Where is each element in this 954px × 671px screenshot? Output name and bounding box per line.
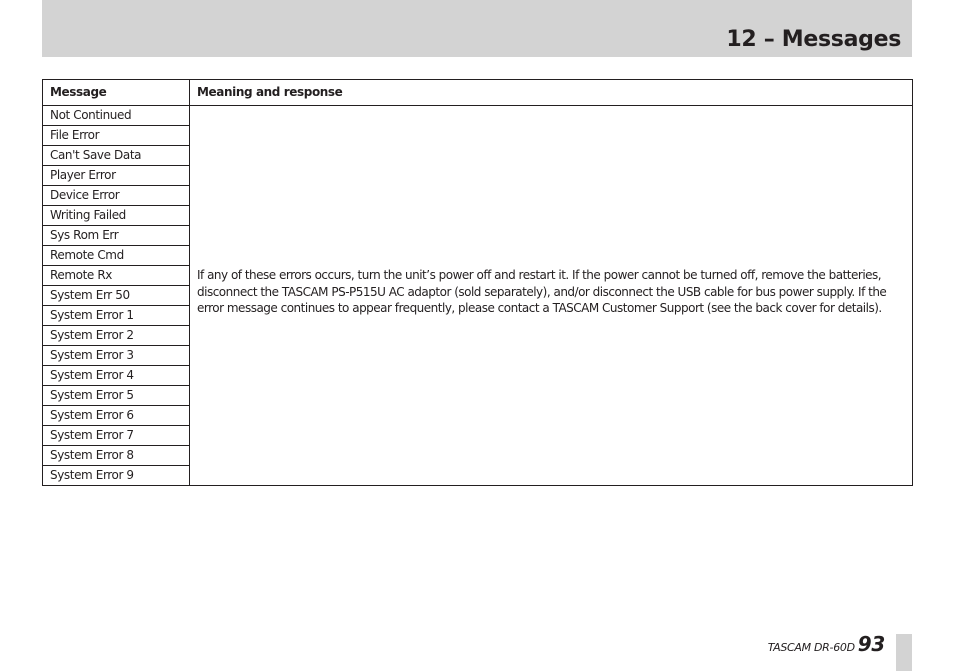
message-cell: Remote Rx [42, 265, 190, 286]
product-name: TASCAM DR-60D [767, 641, 855, 654]
message-cell: System Error 8 [42, 445, 190, 466]
messages-table: Message Meaning and response Not Continu… [42, 79, 913, 486]
table-body: Not Continued If any of these errors occu… [42, 105, 913, 486]
footer-brand: TASCAM DR-60D 93 [767, 632, 886, 656]
message-cell: Device Error [42, 185, 190, 206]
chapter-title: 12 – Messages [726, 27, 901, 52]
message-cell: System Error 6 [42, 405, 190, 426]
header-band: 12 – Messages [42, 0, 912, 57]
meaning-cell: If any of these errors occurs, turn the … [189, 105, 913, 486]
message-cell: System Err 50 [42, 285, 190, 306]
message-cell: Remote Cmd [42, 245, 190, 266]
message-cell: System Error 3 [42, 345, 190, 366]
message-cell: Can't Save Data [42, 145, 190, 166]
message-cell: Sys Rom Err [42, 225, 190, 246]
column-header-meaning: Meaning and response [189, 79, 913, 106]
message-cell: System Error 4 [42, 365, 190, 386]
message-cell: Writing Failed [42, 205, 190, 226]
message-cell: System Error 2 [42, 325, 190, 346]
page-number: 93 [857, 632, 886, 656]
message-cell: Player Error [42, 165, 190, 186]
page-thumb-tab [896, 634, 912, 671]
table-row: Not Continued If any of these errors occu… [42, 105, 913, 486]
table-header-row: Message Meaning and response [42, 79, 913, 106]
message-cell: System Error 1 [42, 305, 190, 326]
message-cell: System Error 9 [42, 465, 190, 486]
message-cell: Not Continued [42, 105, 190, 126]
column-header-message: Message [42, 79, 190, 106]
message-cell: File Error [42, 125, 190, 146]
message-cell: System Error 5 [42, 385, 190, 406]
message-cell: System Error 7 [42, 425, 190, 446]
